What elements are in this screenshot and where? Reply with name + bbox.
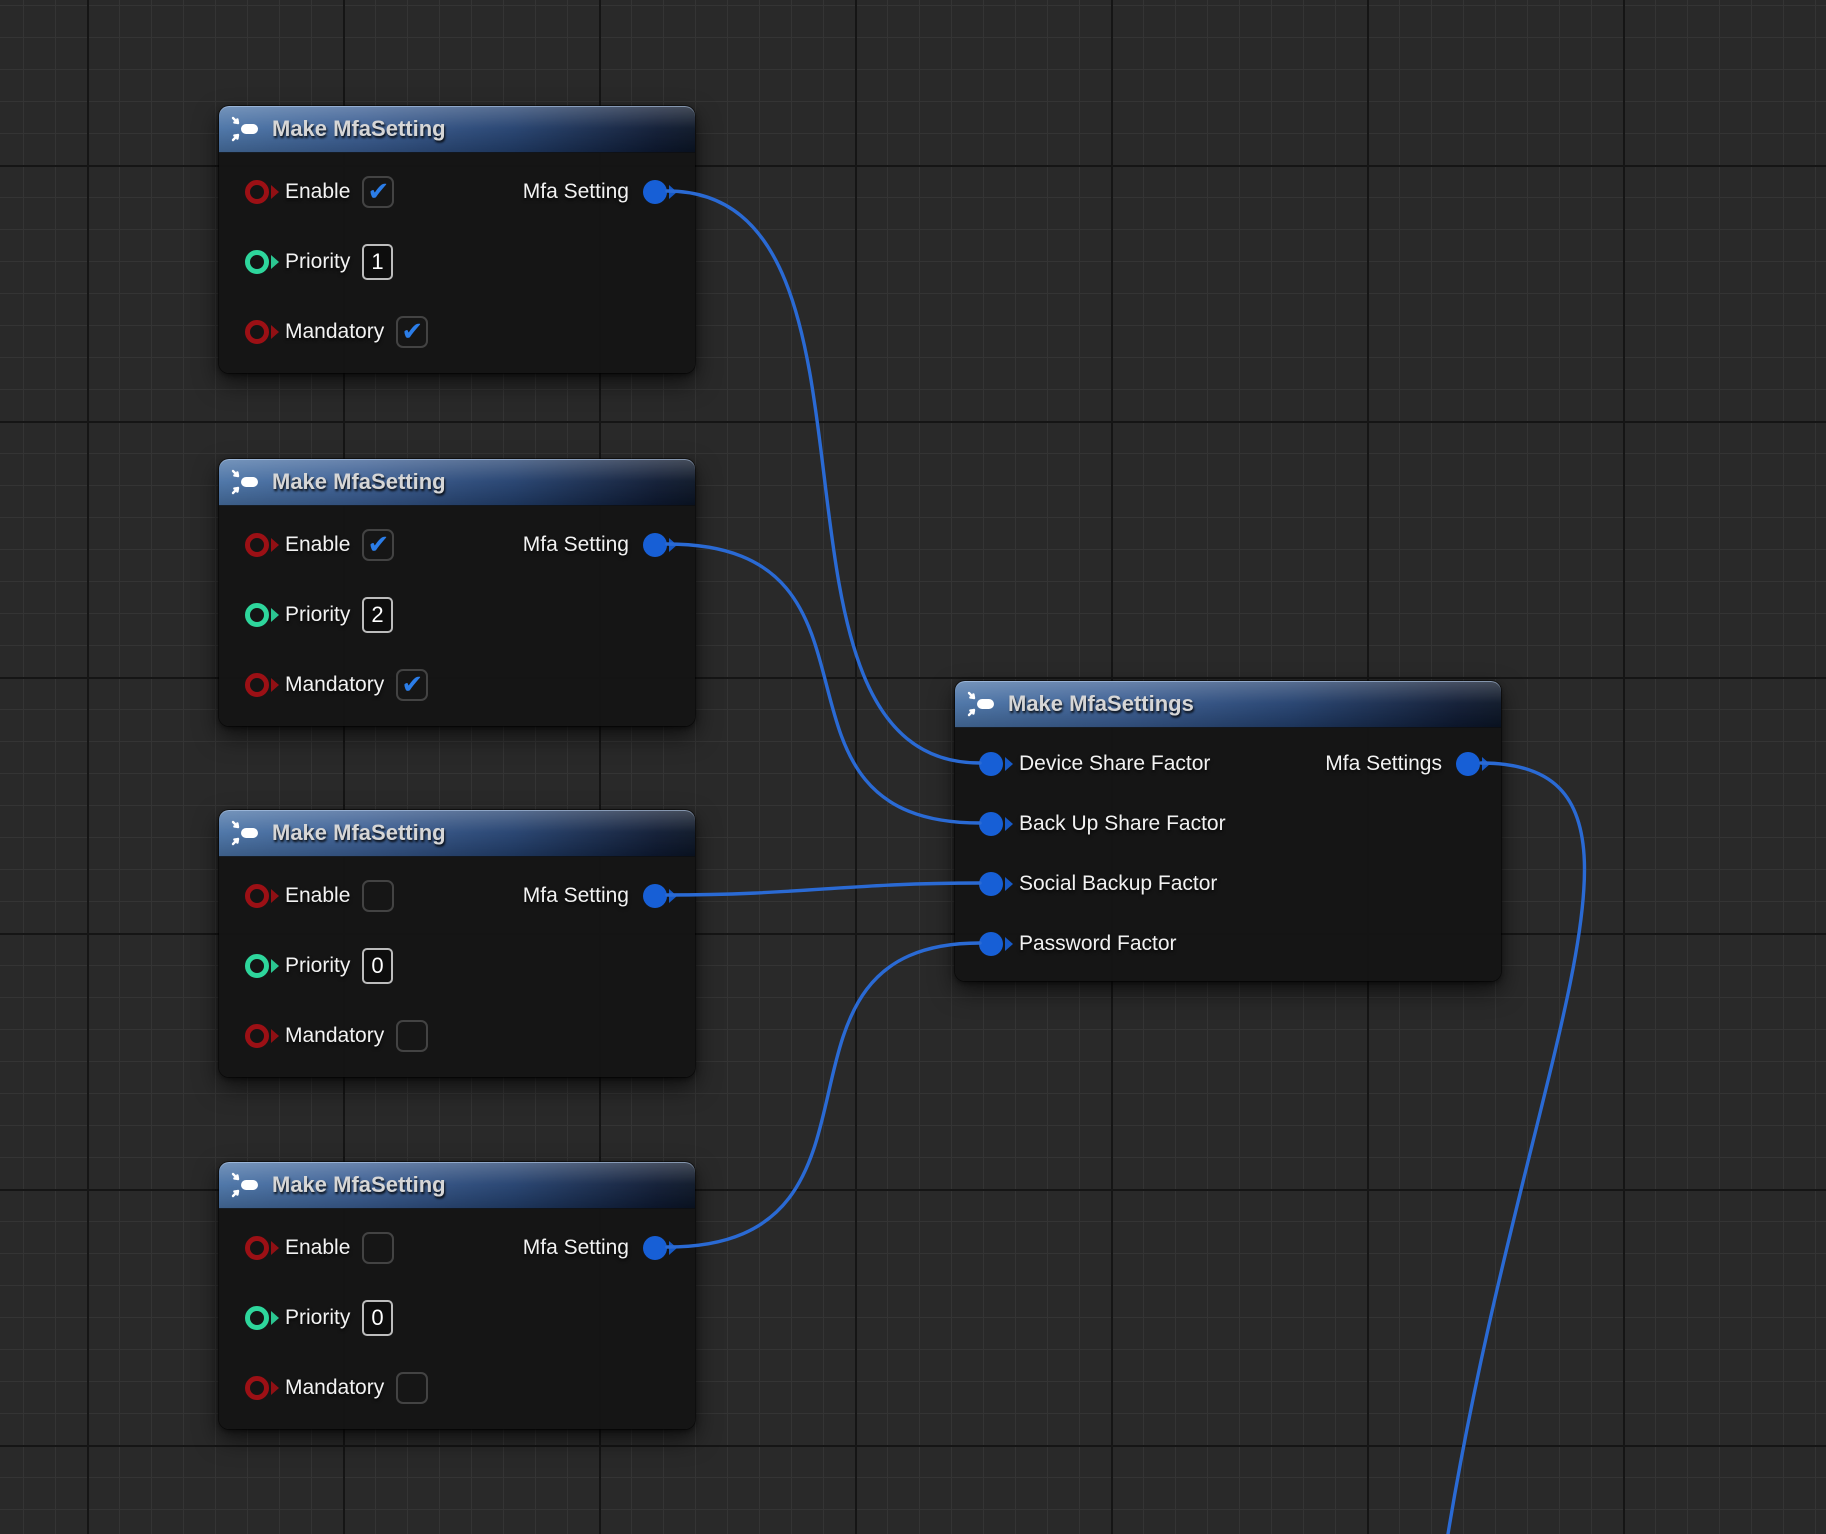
pin-row: Mandatory ✔: [219, 650, 695, 720]
make-struct-icon: [230, 116, 260, 142]
make-struct-icon: [230, 820, 260, 846]
pin-label: Priority: [285, 1306, 350, 1330]
node-make-mfasettings[interactable]: Make MfaSettings Device Share Factor Mfa…: [955, 681, 1501, 981]
node-make-mfasetting-3[interactable]: Make MfaSetting Enable Mfa Setting Prior…: [219, 810, 695, 1077]
pin-priority-input[interactable]: [245, 1306, 269, 1330]
pin-row: Enable Mfa Setting: [219, 1213, 695, 1283]
node-header[interactable]: Make MfaSetting: [219, 1162, 695, 1209]
pin-label: Back Up Share Factor: [1019, 812, 1226, 836]
node-make-mfasetting-1[interactable]: Make MfaSetting Enable ✔ Mfa Setting Pri…: [219, 106, 695, 373]
priority-value-field[interactable]: 1: [362, 244, 392, 280]
pin-mfa-setting-output[interactable]: [643, 180, 667, 204]
enable-checkbox[interactable]: [362, 1232, 394, 1264]
pin-label: Mfa Settings: [1325, 752, 1442, 776]
node-header[interactable]: Make MfaSetting: [219, 459, 695, 506]
wire-mfasetting2-to-backup-share[interactable]: [667, 544, 980, 823]
pin-label: Mfa Setting: [523, 180, 629, 204]
mandatory-checkbox[interactable]: [396, 1020, 428, 1052]
pin-label: Enable: [285, 1236, 350, 1260]
checkmark-icon: ✔: [401, 318, 423, 344]
pin-label: Device Share Factor: [1019, 752, 1210, 776]
pin-label: Password Factor: [1019, 932, 1177, 956]
pin-enable-input[interactable]: [245, 1236, 269, 1260]
enable-checkbox[interactable]: [362, 880, 394, 912]
enable-checkbox[interactable]: ✔: [362, 529, 394, 561]
pin-label: Social Backup Factor: [1019, 872, 1217, 896]
pin-label: Mandatory: [285, 1376, 384, 1400]
pin-row: Priority 0: [219, 931, 695, 1001]
pin-label: Mandatory: [285, 1024, 384, 1048]
pin-mfa-settings-output[interactable]: [1456, 752, 1480, 776]
pin-row: Enable Mfa Setting: [219, 861, 695, 931]
pin-social-backup-factor-input[interactable]: [979, 872, 1003, 896]
pin-mandatory-input[interactable]: [245, 673, 269, 697]
pin-label: Mfa Setting: [523, 1236, 629, 1260]
priority-value-field[interactable]: 0: [362, 948, 392, 984]
checkmark-icon: ✔: [367, 178, 389, 204]
pin-mfa-setting-output[interactable]: [643, 533, 667, 557]
pin-mandatory-input[interactable]: [245, 1376, 269, 1400]
node-title: Make MfaSettings: [1008, 691, 1194, 717]
pin-priority-input[interactable]: [245, 603, 269, 627]
wire-mfasetting1-to-device-share[interactable]: [667, 191, 980, 763]
pin-device-share-factor-input[interactable]: [979, 752, 1003, 776]
wire-mfasetting3-to-social-backup[interactable]: [667, 883, 980, 895]
pin-row: Enable ✔ Mfa Setting: [219, 510, 695, 580]
make-struct-icon: [230, 469, 260, 495]
pin-row: Social Backup Factor: [955, 854, 1501, 914]
node-make-mfasetting-4[interactable]: Make MfaSetting Enable Mfa Setting Prior…: [219, 1162, 695, 1429]
pin-row: Back Up Share Factor: [955, 794, 1501, 854]
pin-label: Priority: [285, 954, 350, 978]
pin-mandatory-input[interactable]: [245, 1024, 269, 1048]
node-header[interactable]: Make MfaSetting: [219, 810, 695, 857]
pin-row: Mandatory: [219, 1001, 695, 1071]
node-title: Make MfaSetting: [272, 469, 446, 495]
pin-row: Device Share Factor Mfa Settings: [955, 734, 1501, 794]
pin-row: Priority 1: [219, 227, 695, 297]
pin-label: Mfa Setting: [523, 884, 629, 908]
checkmark-icon: ✔: [367, 531, 389, 557]
pin-mfa-setting-output[interactable]: [643, 884, 667, 908]
pin-mandatory-input[interactable]: [245, 320, 269, 344]
pin-label: Enable: [285, 884, 350, 908]
node-title: Make MfaSetting: [272, 116, 446, 142]
wire-mfasetting4-to-password[interactable]: [667, 943, 980, 1247]
mandatory-checkbox[interactable]: [396, 1372, 428, 1404]
mandatory-checkbox[interactable]: ✔: [396, 316, 428, 348]
make-struct-icon: [230, 1172, 260, 1198]
pin-priority-input[interactable]: [245, 250, 269, 274]
pin-back-up-share-factor-input[interactable]: [979, 812, 1003, 836]
pin-enable-input[interactable]: [245, 884, 269, 908]
pin-row: Priority 2: [219, 580, 695, 650]
pin-row: Mandatory ✔: [219, 297, 695, 367]
priority-value-field[interactable]: 0: [362, 1300, 392, 1336]
pin-enable-input[interactable]: [245, 180, 269, 204]
pin-label: Enable: [285, 533, 350, 557]
pin-label: Enable: [285, 180, 350, 204]
pin-row: Priority 0: [219, 1283, 695, 1353]
priority-value-field[interactable]: 2: [362, 597, 392, 633]
pin-mfa-setting-output[interactable]: [643, 1236, 667, 1260]
pin-label: Mandatory: [285, 673, 384, 697]
pin-label: Mfa Setting: [523, 533, 629, 557]
pin-enable-input[interactable]: [245, 533, 269, 557]
pin-label: Priority: [285, 250, 350, 274]
pin-row: Enable ✔ Mfa Setting: [219, 157, 695, 227]
node-title: Make MfaSetting: [272, 820, 446, 846]
blueprint-graph-canvas[interactable]: Make MfaSetting Enable ✔ Mfa Setting Pri…: [0, 0, 1826, 1534]
pin-priority-input[interactable]: [245, 954, 269, 978]
node-make-mfasetting-2[interactable]: Make MfaSetting Enable ✔ Mfa Setting Pri…: [219, 459, 695, 726]
pin-password-factor-input[interactable]: [979, 932, 1003, 956]
node-title: Make MfaSetting: [272, 1172, 446, 1198]
checkmark-icon: ✔: [401, 671, 423, 697]
pin-label: Mandatory: [285, 320, 384, 344]
node-header[interactable]: Make MfaSetting: [219, 106, 695, 153]
pin-row: Password Factor: [955, 914, 1501, 974]
pin-row: Mandatory: [219, 1353, 695, 1423]
make-struct-icon: [966, 691, 996, 717]
mandatory-checkbox[interactable]: ✔: [396, 669, 428, 701]
node-header[interactable]: Make MfaSettings: [955, 681, 1501, 728]
enable-checkbox[interactable]: ✔: [362, 176, 394, 208]
pin-label: Priority: [285, 603, 350, 627]
